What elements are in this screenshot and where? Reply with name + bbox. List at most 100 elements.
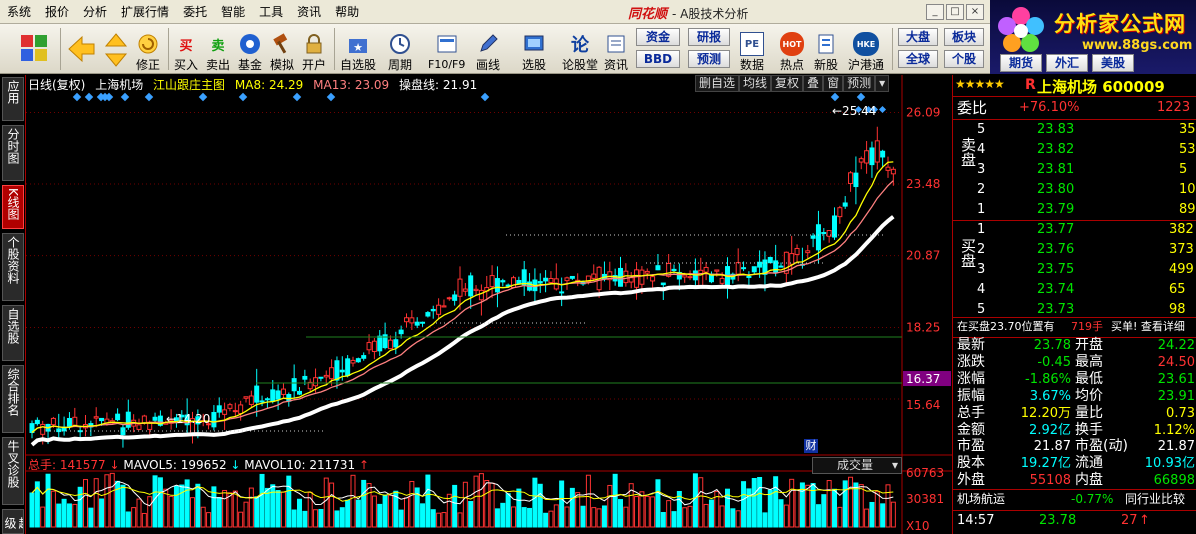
- research-button[interactable]: 研报: [688, 28, 730, 46]
- volume-bar: [387, 494, 393, 528]
- volume-bar: [612, 473, 618, 528]
- order-notice[interactable]: 在买盘23.70位置有 719手 买单! 查看详细: [953, 317, 1196, 337]
- volume-bar: [195, 483, 201, 528]
- buy-order-row[interactable]: 3 23.75 499: [953, 260, 1196, 280]
- toolbar: 修正 买 买入 卖 卖出 基金 模拟 开户 ★ 自选股 周期 F10/F9 画线…: [0, 24, 990, 74]
- sell-order-row[interactable]: 5 23.83 35: [953, 120, 1196, 140]
- data-button[interactable]: PE 数据: [740, 26, 764, 72]
- sell-order-row[interactable]: 1 23.79 89: [953, 200, 1196, 220]
- tab-watchlist[interactable]: 自选股: [2, 305, 24, 361]
- up-down-button[interactable]: [104, 26, 128, 72]
- grid-icon: [20, 34, 48, 62]
- chart-dropdown-button[interactable]: ▾: [875, 75, 890, 92]
- fund-button[interactable]: 基金: [238, 26, 262, 72]
- forecast-button[interactable]: 预测: [688, 50, 730, 68]
- tab-ranking[interactable]: 综合排名: [2, 365, 24, 433]
- volume-bar: [29, 492, 35, 528]
- sector-row[interactable]: 机场航运 -0.77% 同行业比较: [953, 489, 1196, 509]
- tab-app[interactable]: 应用: [2, 77, 24, 121]
- tab-diagnosis[interactable]: 牛叉诊股: [2, 437, 24, 505]
- volume-bar: [591, 507, 597, 528]
- mavol5-label: MAVOL5: 199652: [123, 458, 227, 472]
- menu-quote[interactable]: 报价: [38, 0, 76, 24]
- stock-button[interactable]: 个股: [944, 50, 984, 68]
- new-stock-button[interactable]: 新股: [814, 26, 838, 72]
- menu-trade[interactable]: 委托: [176, 0, 214, 24]
- volume-bar: [371, 495, 377, 528]
- us-stock-button[interactable]: 美股: [1092, 54, 1134, 72]
- tab-intraday[interactable]: 分时图: [2, 125, 24, 181]
- volume-bar: [297, 498, 302, 528]
- predict-button[interactable]: 预测: [843, 75, 876, 92]
- grid-button[interactable]: [20, 26, 48, 72]
- volume-bar: [173, 485, 179, 528]
- tab-kline[interactable]: K线图: [2, 185, 24, 229]
- indicator-name[interactable]: 江山跟庄主图: [153, 78, 225, 92]
- candle-body: [425, 312, 431, 317]
- forex-button[interactable]: 外汇: [1046, 54, 1088, 72]
- candle-body: [430, 308, 436, 312]
- remove-watchlist-button[interactable]: 删自选: [695, 75, 740, 92]
- signal-diamond-icon: [120, 92, 130, 102]
- finance-marker[interactable]: 财: [804, 439, 818, 453]
- candle-body: [858, 158, 864, 163]
- f10-button[interactable]: F10/F9: [428, 26, 465, 72]
- simulate-button[interactable]: 模拟: [270, 26, 294, 72]
- minimize-button[interactable]: _: [926, 4, 944, 20]
- menu-system[interactable]: 系统: [0, 0, 38, 24]
- ma-button[interactable]: 均线: [739, 75, 772, 92]
- menu-extended-market[interactable]: 扩展行情: [114, 0, 176, 24]
- stat-row: 总手 12.20万 量比 0.73: [957, 404, 1195, 421]
- quote-stock-name: 上海机场 600009: [1037, 78, 1165, 96]
- candle-body: [735, 262, 741, 275]
- adjust-button[interactable]: 复权: [771, 75, 804, 92]
- tab-super[interactable]: 超级: [2, 509, 24, 534]
- news-button[interactable]: 资讯: [604, 26, 628, 72]
- buy-order-row[interactable]: 1 23.77 382: [953, 220, 1196, 240]
- menu-smart[interactable]: 智能: [214, 0, 252, 24]
- period-button[interactable]: 周期: [388, 26, 412, 72]
- forum-button[interactable]: 论 论股堂: [562, 26, 598, 72]
- close-button[interactable]: ×: [966, 4, 984, 20]
- buy-order-row[interactable]: 4 23.74 65: [953, 280, 1196, 300]
- hot-button[interactable]: HOT 热点: [780, 26, 804, 72]
- global-button[interactable]: 全球: [898, 50, 938, 68]
- sell-order-row[interactable]: 3 23.81 5: [953, 160, 1196, 180]
- sell-button[interactable]: 卖 卖出: [206, 26, 230, 73]
- candle-body: [815, 224, 821, 251]
- menu-analysis[interactable]: 分析: [76, 0, 114, 24]
- overlay-button[interactable]: 叠: [803, 75, 824, 92]
- bbd-button[interactable]: BBD: [636, 50, 680, 68]
- futures-button[interactable]: 期货: [1000, 54, 1042, 72]
- signal-diamond-icon: [830, 92, 840, 102]
- volume-indicator-select[interactable]: 成交量 ▾: [812, 457, 902, 474]
- candle-body: [650, 276, 656, 282]
- watchlist-button[interactable]: ★ 自选股: [340, 26, 376, 72]
- index-button[interactable]: 大盘: [898, 28, 938, 46]
- capital-button[interactable]: 资金: [636, 28, 680, 46]
- volume-bar: [671, 511, 677, 528]
- maximize-button[interactable]: □: [946, 4, 964, 20]
- candle-body: [714, 269, 720, 272]
- hk-connect-button[interactable]: HKE 沪港通: [848, 26, 884, 72]
- buy-button[interactable]: 买 买入: [174, 26, 198, 73]
- fix-button[interactable]: 修正: [136, 26, 160, 72]
- tab-stock-info[interactable]: 个股资料: [2, 233, 24, 301]
- sell-order-row[interactable]: 4 23.82 53: [953, 140, 1196, 160]
- menu-tools[interactable]: 工具: [252, 0, 290, 24]
- sector-button[interactable]: 板块: [944, 28, 984, 46]
- candle-body: [452, 294, 458, 301]
- menu-news[interactable]: 资讯: [290, 0, 328, 24]
- volume-bar: [783, 504, 789, 528]
- kline-chart[interactable]: 26.09 23.48 20.87 18.25 16.37 15.64 60763 30381…: [26, 75, 952, 534]
- candle-body: [248, 395, 254, 405]
- open-account-button[interactable]: 开户: [302, 26, 326, 72]
- volume-bar: [377, 503, 383, 528]
- sell-order-row[interactable]: 2 23.80 10: [953, 180, 1196, 200]
- buy-order-row[interactable]: 2 23.76 373: [953, 240, 1196, 260]
- menu-help[interactable]: 帮助: [328, 0, 366, 24]
- stock-screen-button[interactable]: 选股: [522, 26, 546, 72]
- back-button[interactable]: [66, 26, 96, 72]
- draw-line-button[interactable]: 画线: [476, 26, 500, 72]
- window-button[interactable]: 窗: [823, 75, 844, 92]
